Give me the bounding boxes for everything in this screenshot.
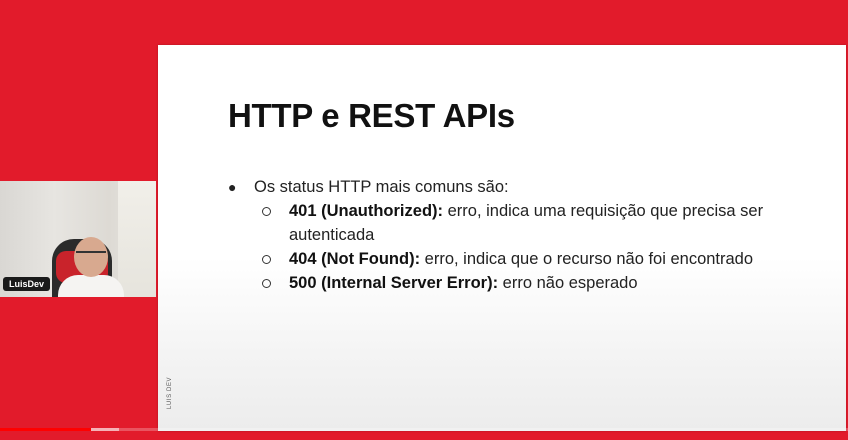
progress-played [0, 428, 91, 431]
status-code: 500 (Internal Server Error): [289, 274, 499, 292]
status-item-text: 500 (Internal Server Error): erro não es… [289, 271, 828, 295]
status-item-401: 401 (Unauthorized): erro, indica uma req… [262, 199, 828, 247]
video-stage[interactable]: HTTP e REST APIs ● Os status HTTP mais c… [0, 0, 848, 440]
status-description: erro não esperado [498, 274, 638, 292]
status-list: 401 (Unauthorized): erro, indica uma req… [228, 199, 828, 295]
webcam-person-body [58, 275, 124, 297]
status-item-text: 404 (Not Found): erro, indica que o recu… [289, 247, 828, 271]
status-code: 404 (Not Found): [289, 250, 421, 268]
presentation-slide: HTTP e REST APIs ● Os status HTTP mais c… [158, 45, 846, 431]
hollow-bullet-icon [262, 255, 271, 264]
slide-footer-brand: LUIS DEV [167, 376, 173, 409]
webcam-overlay: LuisDev [0, 181, 156, 297]
webcam-name-label: LuisDev [3, 277, 51, 291]
webcam-person-glasses [76, 251, 106, 261]
hollow-bullet-icon [262, 279, 271, 288]
bullet-dot-icon: ● [228, 179, 237, 195]
bullet-intro: ● Os status HTTP mais comuns são: [228, 175, 828, 199]
webcam-window-background [118, 181, 156, 297]
status-item-500: 500 (Internal Server Error): erro não es… [262, 271, 828, 295]
bullet-intro-text: Os status HTTP mais comuns são: [254, 178, 509, 196]
status-code: 401 (Unauthorized): [289, 202, 444, 220]
hollow-bullet-icon [262, 207, 271, 216]
video-progress-bar[interactable] [0, 428, 848, 431]
slide-title: HTTP e REST APIs [228, 97, 515, 134]
status-description: erro, indica que o recurso não foi encon… [420, 250, 754, 268]
status-item-404: 404 (Not Found): erro, indica que o recu… [262, 247, 828, 271]
slide-content: ● Os status HTTP mais comuns são: 401 (U… [228, 175, 828, 295]
status-item-text: 401 (Unauthorized): erro, indica uma req… [289, 199, 828, 247]
